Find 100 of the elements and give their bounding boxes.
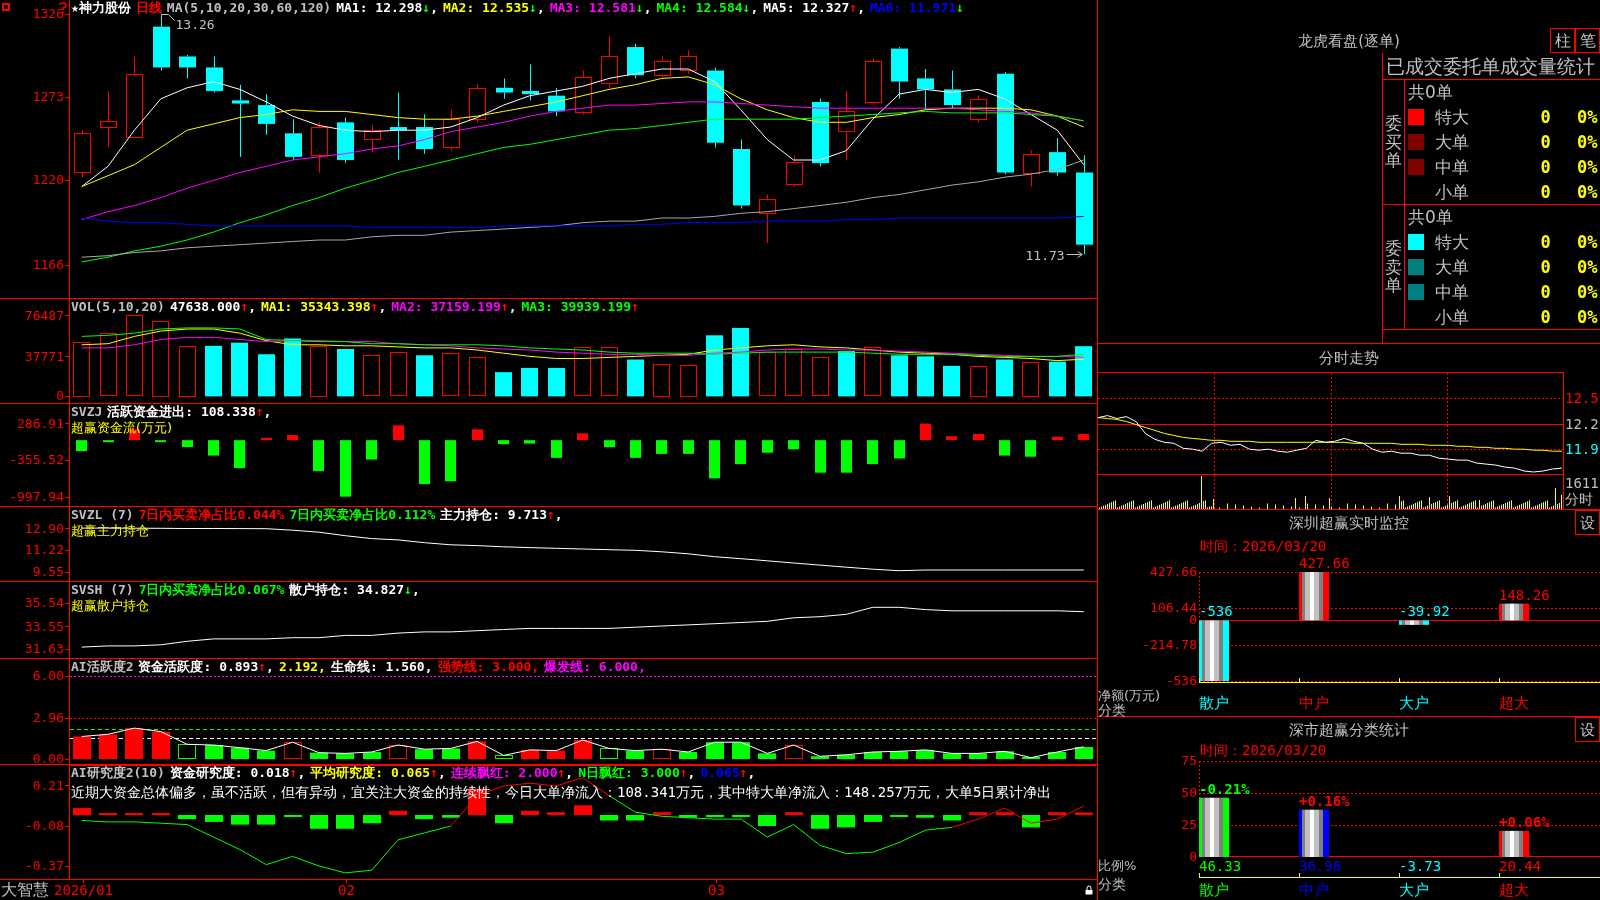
axis-label: 35.54 bbox=[24, 595, 64, 612]
axis-label: 0.00 bbox=[32, 751, 64, 768]
research-bar bbox=[284, 814, 302, 817]
activity-bar bbox=[969, 753, 987, 760]
flow-bar bbox=[894, 440, 905, 459]
settings-button[interactable]: 设 bbox=[1575, 510, 1600, 535]
candlestick bbox=[680, 49, 697, 75]
research-bar bbox=[310, 814, 328, 829]
order-share: 0% bbox=[1577, 181, 1598, 202]
axis-label: 12.2 bbox=[1565, 415, 1599, 432]
flow-bar bbox=[762, 440, 773, 453]
axis-label: 0 bbox=[1189, 850, 1197, 864]
trend-arrow: ↑ bbox=[631, 299, 639, 314]
activity-bar bbox=[257, 750, 275, 760]
order-share: 0% bbox=[1577, 231, 1598, 252]
research-bar bbox=[521, 810, 539, 815]
view-toggle-button[interactable]: 笔 bbox=[1575, 28, 1600, 53]
research-bar bbox=[679, 814, 697, 818]
candlestick bbox=[285, 118, 302, 161]
order-count: 0 bbox=[1539, 231, 1552, 252]
axis-label: -0.37 bbox=[24, 858, 64, 874]
research-bar bbox=[73, 808, 91, 815]
indicator-label: 日线 bbox=[135, 0, 162, 15]
order-share: 0% bbox=[1577, 131, 1598, 152]
volume-bar bbox=[706, 335, 723, 397]
indicator-label: 7日内买卖净占比0.112% bbox=[289, 507, 436, 522]
indicator-label: 7日内买卖净占比0.067% bbox=[138, 582, 285, 597]
separator-text: , bbox=[747, 765, 756, 780]
volume-bar bbox=[416, 355, 433, 397]
volume-bar bbox=[1022, 362, 1039, 397]
flow-bar bbox=[656, 440, 667, 454]
pointer-line bbox=[161, 14, 175, 21]
flow-bar bbox=[393, 425, 404, 441]
indicator-label: 47638.000 bbox=[169, 299, 241, 314]
activity-bar bbox=[574, 740, 592, 760]
category-label: 散户 bbox=[1199, 694, 1229, 712]
research-bar bbox=[1048, 812, 1066, 815]
candlestick bbox=[496, 77, 513, 100]
category-bar bbox=[1399, 620, 1429, 625]
candlestick bbox=[1049, 137, 1066, 177]
flow-bar bbox=[709, 440, 720, 479]
axis-label: 50 bbox=[1181, 786, 1197, 800]
flow-bar bbox=[841, 440, 852, 473]
separator-text: , bbox=[424, 659, 433, 674]
volume-bar bbox=[812, 357, 829, 396]
flow-bar bbox=[946, 436, 957, 441]
research-bar bbox=[205, 814, 223, 822]
flow-bar bbox=[920, 423, 931, 441]
candlestick bbox=[654, 55, 671, 79]
group-total: 共0单 bbox=[1408, 82, 1453, 102]
axis-label: -536 bbox=[1165, 674, 1197, 688]
pointer-arrow bbox=[1066, 251, 1083, 258]
trend-arrow: ↓ bbox=[742, 0, 751, 15]
group-label: 委买单 bbox=[1385, 113, 1402, 171]
activity-bar bbox=[732, 742, 750, 760]
view-toggle-button[interactable]: 柱 bbox=[1550, 28, 1575, 53]
indicator-label: ★神力股份 bbox=[71, 0, 131, 15]
trend-arrow: ↓ bbox=[529, 0, 537, 15]
category-bar bbox=[1499, 603, 1529, 621]
indicator-label: AI活跃度2 bbox=[71, 659, 134, 674]
flow-bar bbox=[155, 440, 166, 443]
indicator-label: MA2: 12.535 bbox=[442, 0, 530, 15]
volume-bar bbox=[759, 352, 776, 396]
date-axis-label: 2026/01 bbox=[54, 882, 113, 898]
flow-bar bbox=[973, 433, 984, 441]
volume-bar bbox=[864, 347, 881, 396]
volume-bar bbox=[310, 346, 327, 397]
axis-label: 75 bbox=[1181, 754, 1197, 768]
activity-bar bbox=[310, 752, 328, 760]
order-share: 0% bbox=[1577, 256, 1598, 277]
flow-bar bbox=[1025, 440, 1036, 457]
candlestick bbox=[100, 90, 117, 148]
trend-arrow: ↓ bbox=[422, 0, 431, 15]
panel-title: 深市超赢分类统计 bbox=[1289, 720, 1409, 739]
indicator-label: 7日内买卖净占比0.044% bbox=[138, 507, 285, 522]
research-bar bbox=[125, 812, 143, 815]
separator-text: , bbox=[437, 765, 446, 780]
axis-label: 31.63 bbox=[24, 641, 64, 658]
indicator-label: SVZJ bbox=[71, 404, 103, 419]
research-bar bbox=[574, 805, 592, 815]
candlestick bbox=[838, 90, 855, 161]
activity-bar bbox=[521, 749, 539, 760]
activity-bar bbox=[205, 744, 223, 760]
indicator-label: MA1: 35343.398 bbox=[261, 299, 371, 314]
candlestick bbox=[311, 121, 328, 174]
axis-label: 1326 bbox=[32, 6, 64, 23]
candlestick bbox=[970, 95, 987, 123]
settings-button[interactable]: 设 bbox=[1575, 717, 1600, 742]
activity-bar bbox=[73, 736, 91, 760]
flow-bar bbox=[551, 440, 562, 458]
separator-text: , bbox=[531, 659, 540, 674]
volume-bar bbox=[917, 356, 934, 397]
lock-icon bbox=[1085, 885, 1093, 895]
bar-value-label: 46.33 bbox=[1199, 858, 1242, 874]
activity-bar bbox=[363, 752, 381, 760]
activity-bar bbox=[468, 741, 486, 760]
trend-arrow: ↑ bbox=[557, 765, 566, 780]
category-label: 超大 bbox=[1499, 881, 1529, 899]
trend-arrow: ↑ bbox=[849, 0, 858, 15]
flow-bar bbox=[630, 440, 641, 458]
